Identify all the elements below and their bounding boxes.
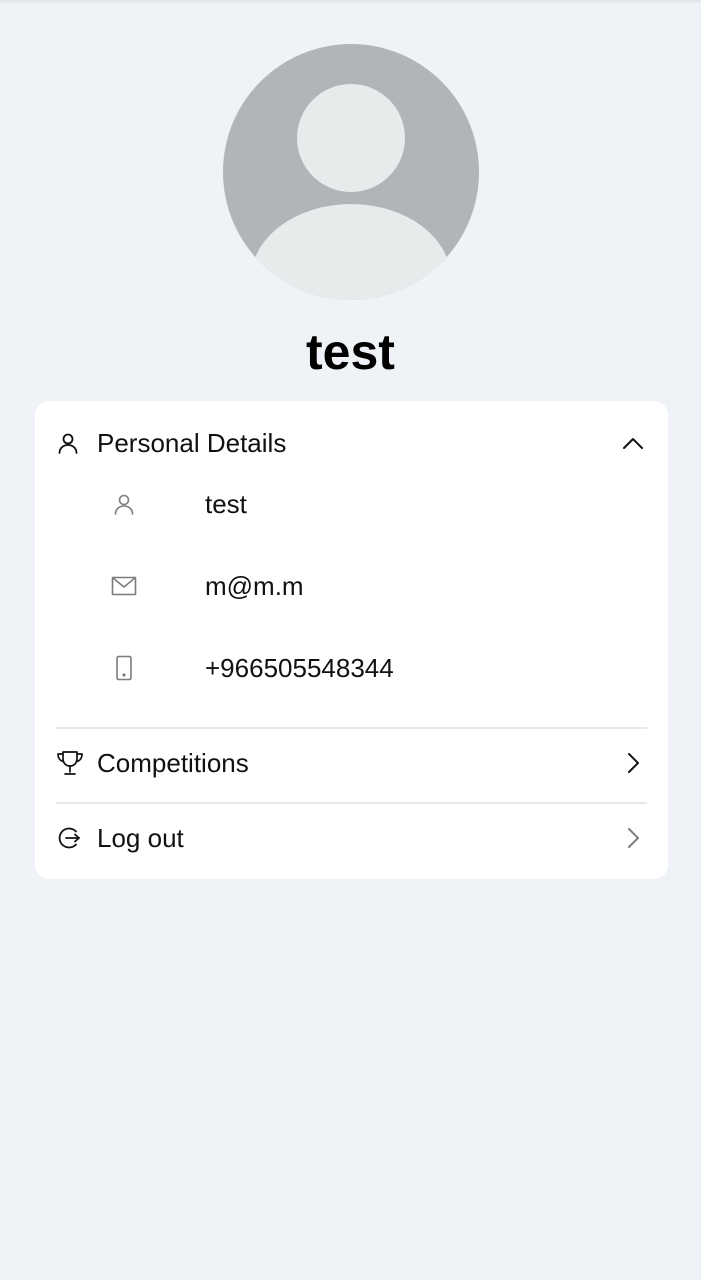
top-shadow [0,0,701,4]
logout-row[interactable]: Log out [56,816,647,860]
logout-label: Log out [97,822,184,853]
detail-phone-value: +966505548344 [205,652,394,683]
competitions-label: Competitions [97,747,249,778]
mail-icon [109,571,139,601]
profile-card: Personal Details test m@m.m +96650554834… [35,401,668,879]
competitions-row[interactable]: Competitions [56,741,647,785]
logout-icon [56,824,84,852]
chevron-right-icon [619,749,647,777]
personal-details-title: Personal Details [97,427,287,458]
personal-details-header[interactable]: Personal Details [56,421,647,465]
chevron-up-icon[interactable] [619,429,647,457]
detail-phone-row: +966505548344 [109,648,609,688]
phone-icon [109,653,139,683]
avatar-head [297,84,405,192]
chevron-right-icon [619,824,647,852]
trophy-icon [56,749,84,777]
avatar-body [251,204,451,300]
detail-email-row: m@m.m [109,566,609,606]
user-icon [109,489,139,519]
profile-name: test [306,324,395,380]
avatar[interactable] [223,44,479,300]
detail-name-row: test [109,484,609,524]
detail-name-value: test [205,488,247,519]
user-icon [56,429,84,457]
divider [56,727,647,729]
divider [56,802,647,804]
detail-email-value: m@m.m [205,570,304,601]
